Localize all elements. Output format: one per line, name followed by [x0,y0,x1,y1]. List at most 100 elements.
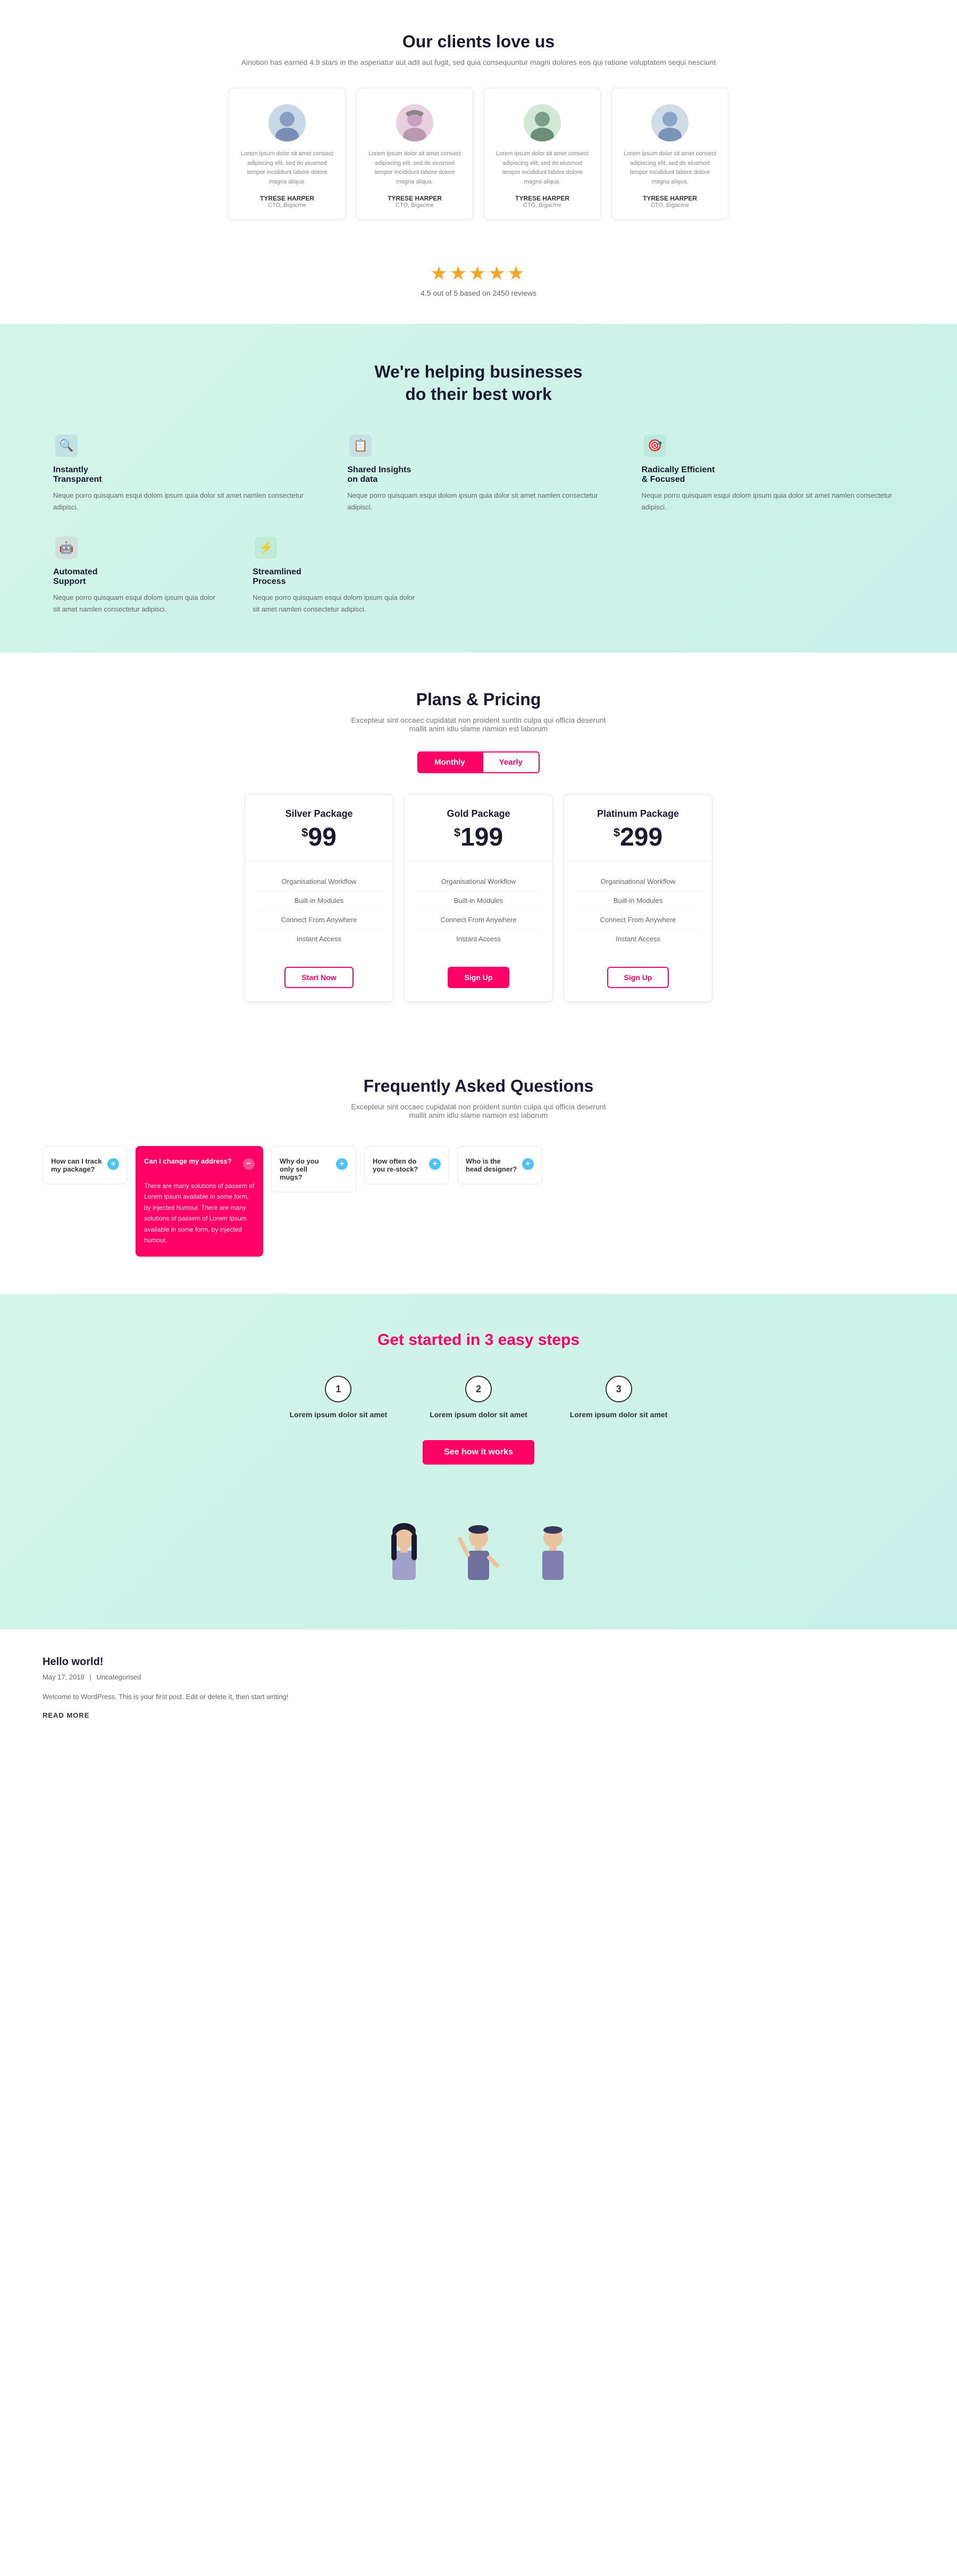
steps-row: 1 Lorem ipsum dolor sit amet 2 Lorem ips… [43,1376,914,1419]
yearly-toggle-button[interactable]: Yearly [482,751,540,773]
step-label-2: Lorem ipsum dolor sit amet [430,1410,527,1419]
feature-placeholder [452,534,619,615]
feature-item-5: ⚡ StreamlinedProcess Neque porro quisqua… [253,534,420,615]
faq-item-3[interactable]: Why do you only sell mugs? + [271,1146,356,1192]
silver-name: Silver Package [256,808,382,819]
testimonial-role-1: CTO, Bigacme [240,202,334,208]
feature-title-3: Radically Efficient& Focused [642,465,904,484]
feature-title-1: InstantlyTransparent [53,465,315,484]
feature-icon-wrap-1: 🔍 [53,432,80,459]
monthly-toggle-button[interactable]: Monthly [417,751,482,773]
blog-title: Hello world! [43,1656,914,1668]
avatar-1 [268,104,306,141]
feature-desc-1: Neque porro quisquam esqui dolom ipsum q… [53,490,315,513]
helping-section: We're helping businessesdo their best wo… [0,324,957,653]
platinum-header: Platinum Package $299 [564,795,712,862]
platinum-name: Platinum Package [575,808,701,819]
faq-item-4[interactable]: How often do you re-stock? + [364,1146,449,1184]
clients-heading: Our clients love us [43,32,914,52]
testimonial-card-1: Lorem ipsum dolor sit amet consect adipi… [229,88,346,220]
figure-female [383,1523,425,1592]
testimonial-role-2: CTO, Bigacme [367,202,462,208]
faq-question-1: How can I track my package? + [43,1147,127,1184]
feature-icon-wrap-4: 🤖 [53,534,80,561]
blog-category: Uncategorised [96,1673,141,1681]
features-grid: 🔍 InstantlyTransparent Neque porro quisq… [53,432,904,615]
platinum-feature-3: Connect From Anywhere [575,910,701,930]
faq-subtitle: Excepteur sint occaec cupidatat non proi… [351,1102,606,1119]
people-figures [43,1523,914,1592]
gold-feature-4: Instant Access [415,930,542,948]
feature-title-5: StreamlinedProcess [253,567,420,587]
gold-price: $199 [415,825,542,850]
faq-question-2: Can I change my address? − [136,1147,263,1181]
insights-icon: 📋 [349,434,372,457]
feature-icon-wrap-2: 📋 [347,432,374,459]
testimonial-name-1: TYRESE HARPER [240,195,334,202]
pricing-grid: Silver Package $99 Organisational Workfl… [43,794,914,1002]
step-circle-2: 2 [465,1376,492,1402]
gold-header: Gold Package $199 [405,795,552,862]
testimonial-name-4: TYRESE HARPER [623,195,717,202]
faq-accordion: How can I track my package? + Can I chan… [43,1146,914,1257]
step-label-1: Lorem ipsum dolor sit amet [290,1410,388,1419]
testimonial-role-4: CTO, Bigacme [623,202,717,208]
blog-separator-1: | [89,1673,91,1681]
faq-item-2[interactable]: Can I change my address? − There are man… [136,1146,263,1257]
stars-display: ★★★★★ [0,262,957,285]
avatar-4 [651,104,689,141]
testimonial-card-2: Lorem ipsum dolor sit amet consect adipi… [356,88,473,220]
gold-action: Sign Up [405,959,552,1001]
blog-meta: May 17, 2018 | Uncategorised [43,1671,914,1683]
see-how-button[interactable]: See how it works [423,1440,534,1465]
pricing-card-gold: Gold Package $199 Organisational Workflo… [404,794,553,1002]
gold-name: Gold Package [415,808,542,819]
platinum-action: Sign Up [564,959,712,1001]
testimonial-text-2: Lorem ipsum dolor sit amet consect adipi… [367,149,462,187]
faq-item-1[interactable]: How can I track my package? + [43,1146,128,1184]
silver-action: Start Now [245,959,393,1001]
figure-male-center [457,1523,500,1592]
silver-feature-3: Connect From Anywhere [256,910,382,930]
faq-heading: Frequently Asked Questions [43,1076,914,1096]
platinum-cta-button[interactable]: Sign Up [607,967,669,988]
figure-male-right [532,1523,574,1592]
gold-feature-2: Built-in Modules [415,891,542,910]
focused-icon: 🎯 [644,434,666,457]
streamlined-icon: ⚡ [255,537,277,559]
faq-question-5: Who is the head designer? + [458,1147,542,1184]
blog-excerpt: Welcome to WordPress. This is your first… [43,1691,914,1703]
pricing-card-silver: Silver Package $99 Organisational Workfl… [245,794,393,1002]
silver-features: Organisational Workflow Built-in Modules… [245,862,393,959]
testimonial-text-3: Lorem ipsum dolor sit amet consect adipi… [495,149,590,187]
faq-item-5[interactable]: Who is the head designer? + [457,1146,542,1184]
faq-toggle-3: + [336,1158,348,1170]
feature-item-3: 🎯 Radically Efficient& Focused Neque por… [642,432,904,513]
testimonial-role-3: CTO, Bigacme [495,202,590,208]
silver-price: $99 [256,825,382,850]
getstarted-heading: Get started in 3 easy steps [43,1331,914,1349]
feature-item-4: 🤖 AutomatedSupport Neque porro quisquam … [53,534,221,615]
rating-text: 4.5 out of 5 based on 2450 reviews [0,289,957,297]
blog-post: Hello world! May 17, 2018 | Uncategorise… [43,1656,914,1720]
testimonial-card-3: Lorem ipsum dolor sit amet consect adipi… [484,88,601,220]
feature-desc-5: Neque porro quisquam esqui dolom ipsum q… [253,592,420,615]
read-more-link[interactable]: READ MORE [43,1711,89,1719]
faq-answer-2: There are many solutions of passem of Lo… [136,1181,263,1256]
feature-icon-wrap-5: ⚡ [253,534,279,561]
feature-title-2: Shared Insightson data [347,465,609,484]
gold-cta-button[interactable]: Sign Up [448,967,510,988]
platinum-features: Organisational Workflow Built-in Modules… [564,862,712,959]
features-row-1: 🔍 InstantlyTransparent Neque porro quisq… [53,432,904,513]
getstarted-section: Get started in 3 easy steps 1 Lorem ipsu… [0,1294,957,1629]
faq-toggle-1: + [107,1158,119,1170]
silver-cta-button[interactable]: Start Now [284,967,353,988]
faq-question-4: How often do you re-stock? + [365,1147,449,1184]
testimonial-card-4: Lorem ipsum dolor sit amet consect adipi… [611,88,728,220]
step-3: 3 Lorem ipsum dolor sit amet [570,1376,668,1419]
pricing-heading: Plans & Pricing [43,690,914,709]
step-circle-1: 1 [325,1376,351,1402]
pricing-subtitle: Excepteur sint occaec cupidatat non proi… [351,716,606,733]
step-label-3: Lorem ipsum dolor sit amet [570,1410,668,1419]
avatar-3 [524,104,561,141]
